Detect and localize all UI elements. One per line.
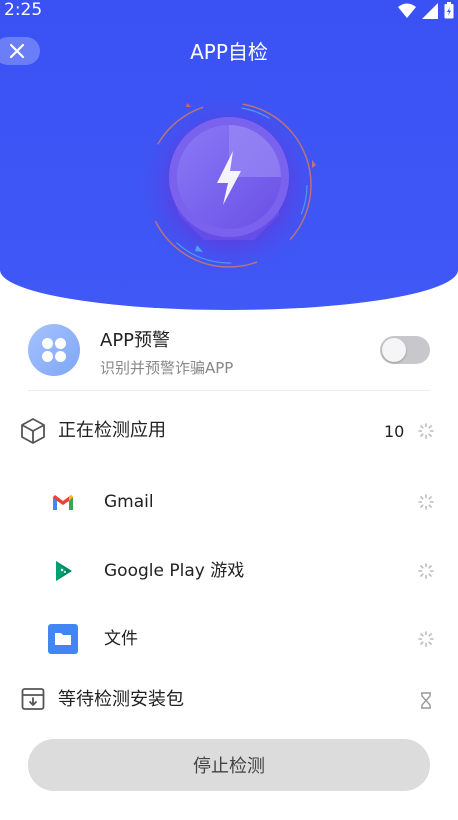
status-time: 2:25	[4, 0, 43, 20]
app-name: Google Play 游戏	[104, 561, 245, 581]
scanning-label: 正在检测应用	[58, 420, 166, 441]
scan-dial	[131, 87, 327, 283]
box-icon	[21, 418, 45, 444]
scanning-row: 正在检测应用 10	[0, 412, 458, 452]
app-alert-title: APP预警	[100, 330, 171, 351]
status-icons	[398, 2, 454, 19]
app-row-files: 文件	[0, 619, 458, 659]
loading-spinner-icon	[418, 494, 434, 510]
files-icon	[48, 624, 78, 654]
loading-spinner-icon	[418, 423, 434, 439]
status-bar: 2:25	[0, 0, 458, 22]
app-row-play-games: Google Play 游戏	[0, 551, 458, 591]
hourglass-icon	[421, 692, 431, 709]
waiting-label: 等待检测安装包	[58, 689, 184, 710]
battery-icon	[444, 2, 454, 19]
header-hero: 2:25 APP自检	[0, 0, 458, 310]
app-alert-toggle[interactable]	[380, 336, 430, 364]
gmail-icon	[53, 495, 73, 510]
app-name: 文件	[104, 629, 138, 649]
divider	[28, 390, 430, 391]
download-box-icon	[21, 688, 45, 710]
toggle-knob	[382, 338, 406, 362]
loading-spinner-icon	[418, 631, 434, 647]
google-play-games-icon	[56, 561, 72, 581]
page-title: APP自检	[190, 40, 268, 64]
scanning-count: 10	[384, 422, 405, 441]
signal-icon	[422, 2, 438, 19]
stop-scan-button[interactable]: 停止检测	[28, 739, 430, 791]
app-name: Gmail	[104, 492, 154, 512]
app-row-gmail: Gmail	[0, 482, 458, 522]
app-alert-subtitle: 识别并预警诈骗APP	[100, 359, 234, 377]
wifi-icon	[398, 3, 416, 18]
waiting-row: 等待检测安装包	[0, 681, 458, 721]
clover-icon	[42, 338, 66, 362]
app-alert-row: APP预警 识别并预警诈骗APP	[0, 320, 458, 390]
loading-spinner-icon	[418, 563, 434, 579]
app-alert-icon	[28, 324, 80, 376]
